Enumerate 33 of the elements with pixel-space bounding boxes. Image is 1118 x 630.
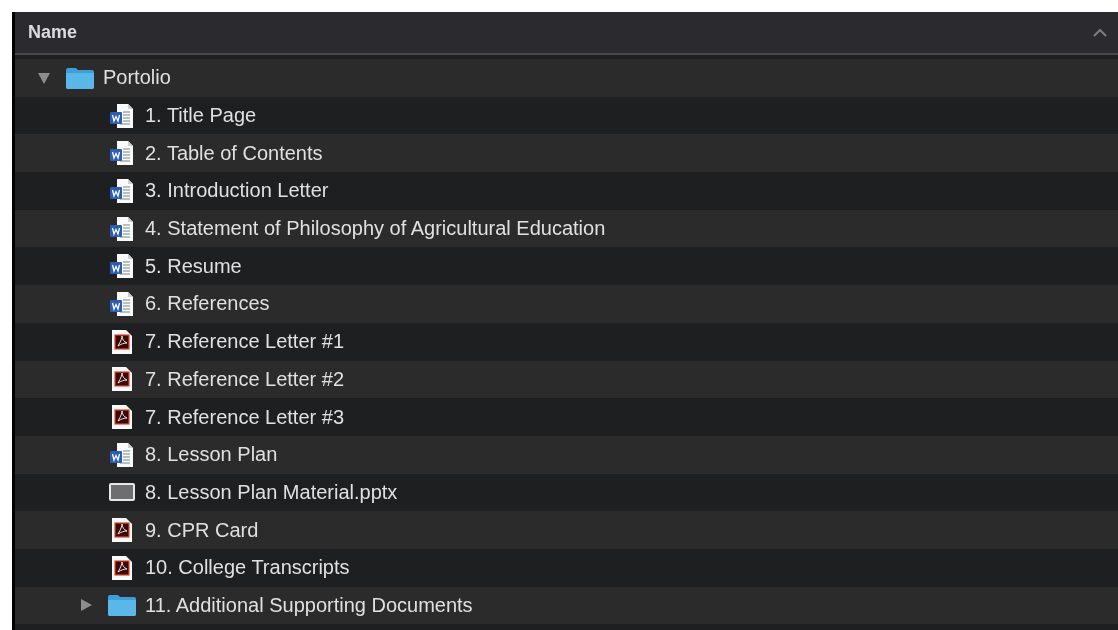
pdf-icon [111, 404, 133, 431]
folder-name[interactable]: Portolio [103, 66, 171, 90]
sort-chevron-icon[interactable] [1092, 27, 1108, 38]
pdf-icon [111, 554, 133, 581]
document-icon [109, 140, 135, 167]
document-icon [109, 215, 135, 242]
disclosure-triangle-icon[interactable] [37, 70, 51, 85]
file-name[interactable]: 1. Title Page [145, 104, 257, 128]
document-icon [109, 177, 135, 204]
file-name[interactable]: 5. Resume [145, 254, 242, 278]
file-name[interactable]: 9. CPR Card [145, 518, 259, 542]
document-icon [109, 441, 135, 468]
file-name[interactable]: 7. Reference Letter #3 [145, 405, 344, 429]
slide-icon [108, 482, 136, 503]
file-name[interactable]: 3. Introduction Letter [145, 179, 329, 203]
file-name[interactable]: 6. References [145, 292, 270, 316]
pdf-icon [111, 328, 133, 355]
file-name[interactable]: 10. College Transcripts [145, 556, 350, 580]
pdf-icon [111, 517, 133, 544]
document-icon [109, 290, 135, 317]
disclosure-triangle-icon[interactable] [79, 598, 93, 613]
folder-icon [65, 66, 95, 89]
document-icon [109, 102, 135, 129]
folder-icon [107, 594, 137, 617]
file-name[interactable]: 7. Reference Letter #1 [145, 330, 344, 354]
file-name[interactable]: 2. Table of Contents [145, 141, 323, 165]
document-icon [109, 253, 135, 280]
file-name[interactable]: 8. Lesson Plan Material.pptx [145, 480, 398, 504]
pdf-icon [111, 366, 133, 393]
folder-name[interactable]: 11. Additional Supporting Documents [145, 593, 473, 617]
file-name[interactable]: 8. Lesson Plan [145, 443, 278, 467]
file-name[interactable]: 7. Reference Letter #2 [145, 367, 344, 391]
column-header[interactable]: Name [28, 22, 78, 43]
